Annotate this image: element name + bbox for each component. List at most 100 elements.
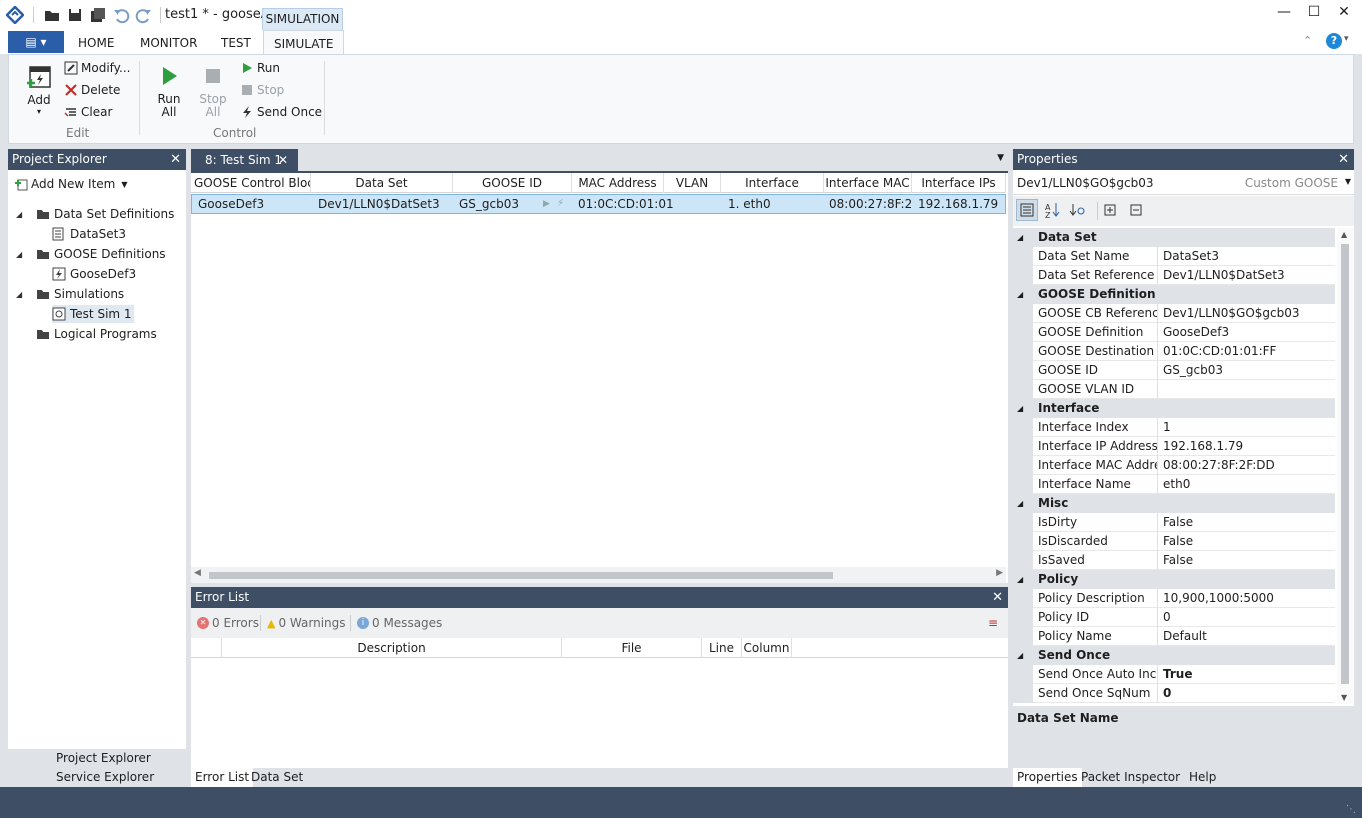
sort-alphabetical-icon[interactable]: AZ <box>1043 201 1061 219</box>
property-row[interactable]: GOOSE Destination MA 01:0C:CD:01:01:FF <box>1013 342 1335 361</box>
property-value[interactable]: 192.168.1.79 <box>1163 437 1333 456</box>
property-value[interactable]: 01:0C:CD:01:01:FF <box>1163 342 1333 361</box>
scrollbar-thumb[interactable] <box>1341 244 1349 684</box>
col-header-severity[interactable] <box>191 638 222 658</box>
collapse-triangle-icon[interactable]: ◢ <box>16 290 28 299</box>
property-row[interactable]: IsDirty False <box>1013 513 1335 532</box>
save-icon[interactable] <box>66 6 84 24</box>
tree-item-data-set-definitions[interactable]: ◢ Data Set Definitions <box>16 207 174 221</box>
scrollbar-thumb[interactable] <box>209 572 833 579</box>
category-policy[interactable]: ◢ Policy <box>1013 570 1335 589</box>
run-button[interactable]: Run <box>241 61 280 75</box>
tab-test-sim-1[interactable]: 8: Test Sim 1 ✕ <box>191 149 298 171</box>
row-send-once-icon[interactable]: ⚡ <box>557 194 564 214</box>
close-panel-icon[interactable]: ✕ <box>170 149 181 170</box>
tree-item-goose-definitions[interactable]: ◢ GOOSE Definitions <box>16 247 166 261</box>
property-value[interactable]: GooseDef3 <box>1163 323 1333 342</box>
col-header-goose-cb[interactable]: GOOSE Control Block/ <box>191 173 311 193</box>
property-row[interactable]: Data Set Reference Dev1/LLN0$DatSet3 <box>1013 266 1335 285</box>
close-icon[interactable]: ✕ <box>1334 4 1354 20</box>
stop-all-button[interactable]: Stop All <box>195 65 231 119</box>
property-value[interactable]: Default <box>1163 627 1333 646</box>
resize-grip-icon[interactable]: ⋱ <box>1346 804 1356 815</box>
property-row[interactable]: Interface Name eth0 <box>1013 475 1335 494</box>
col-header-goose-id[interactable]: GOOSE ID <box>453 173 572 193</box>
add-new-item-button[interactable]: Add New Item ▼ <box>14 177 128 191</box>
col-header-interface-ips[interactable]: Interface IPs <box>912 173 1006 193</box>
category-goose-definition[interactable]: ◢ GOOSE Definition <box>1013 285 1335 304</box>
tab-data-set[interactable]: Data Set <box>251 770 303 784</box>
property-value[interactable]: False <box>1163 532 1333 551</box>
col-header-description[interactable]: Description <box>222 638 562 658</box>
redo-icon[interactable] <box>135 6 153 24</box>
tab-help[interactable]: Help <box>1189 770 1216 784</box>
property-row[interactable]: Interface Index 1 <box>1013 418 1335 437</box>
send-once-button[interactable]: Send Once <box>241 105 322 119</box>
property-row[interactable]: GOOSE Definition GooseDef3 <box>1013 323 1335 342</box>
collapse-ribbon-icon[interactable]: ⌃ <box>1303 34 1312 47</box>
property-row[interactable]: Send Once Auto Increr True <box>1013 665 1335 684</box>
property-row[interactable]: Policy ID 0 <box>1013 608 1335 627</box>
col-header-line[interactable]: Line <box>702 638 742 658</box>
property-value[interactable]: 1 <box>1163 418 1333 437</box>
col-header-mac-address[interactable]: MAC Address <box>572 173 664 193</box>
tab-error-list[interactable]: Error List <box>191 768 254 787</box>
property-row[interactable]: GOOSE ID GS_gcb03 <box>1013 361 1335 380</box>
minimize-icon[interactable]: — <box>1274 4 1294 20</box>
property-value[interactable]: True <box>1163 665 1333 684</box>
row-run-icon[interactable]: ▶ <box>543 194 550 214</box>
property-row[interactable]: IsSaved False <box>1013 551 1335 570</box>
tree-item-goosedef3[interactable]: GooseDef3 <box>52 267 136 281</box>
property-row[interactable]: Interface MAC Address 08:00:27:8F:2F:DD <box>1013 456 1335 475</box>
open-icon[interactable] <box>43 6 61 24</box>
close-tab-icon[interactable]: ✕ <box>278 149 288 171</box>
property-value[interactable]: 10,900,1000:5000 <box>1163 589 1333 608</box>
clear-list-icon[interactable]: ≡ <box>988 616 998 630</box>
help-dropdown-icon[interactable]: ▾ <box>1344 34 1349 44</box>
stop-button[interactable]: Stop <box>241 83 284 97</box>
categorized-view-icon[interactable] <box>1016 199 1038 221</box>
col-header-interface-mac[interactable]: Interface MAC <box>824 173 912 193</box>
file-menu-button[interactable]: ▤ ▾ <box>8 31 64 53</box>
maximize-icon[interactable]: ☐ <box>1304 4 1324 20</box>
category-send-once[interactable]: ◢ Send Once <box>1013 646 1335 665</box>
col-header-vlan[interactable]: VLAN <box>664 173 721 193</box>
sort-order-icon[interactable] <box>1069 201 1087 219</box>
tab-service-explorer[interactable]: Service Explorer <box>56 770 154 784</box>
errors-filter-button[interactable]: ✕ 0 Errors <box>197 616 259 630</box>
delete-button[interactable]: Delete <box>64 83 120 97</box>
app-logo-icon[interactable] <box>6 6 24 24</box>
property-row[interactable]: Policy Name Default <box>1013 627 1335 646</box>
property-value[interactable]: False <box>1163 513 1333 532</box>
property-value[interactable]: Dev1/LLN0$GO$gcb03 <box>1163 304 1333 323</box>
col-header-file[interactable]: File <box>562 638 702 658</box>
tree-item-simulations[interactable]: ◢ Simulations <box>16 287 124 301</box>
save-all-icon[interactable] <box>89 6 107 24</box>
tab-simulate[interactable]: SIMULATE <box>263 30 345 55</box>
collapse-triangle-icon[interactable]: ◢ <box>16 210 28 219</box>
horizontal-scrollbar[interactable]: ◀ ▶ <box>191 567 1006 583</box>
warnings-filter-button[interactable]: ▲ 0 Warnings <box>267 616 346 630</box>
collapse-all-icon[interactable] <box>1129 203 1143 217</box>
category-interface[interactable]: ◢ Interface <box>1013 399 1335 418</box>
clear-button[interactable]: Clear <box>64 105 112 119</box>
property-value[interactable]: 0 <box>1163 684 1333 703</box>
property-row[interactable]: GOOSE VLAN ID <box>1013 380 1335 399</box>
property-row[interactable]: GOOSE CB Reference Dev1/LLN0$GO$gcb03 <box>1013 304 1335 323</box>
tree-item-dataset3[interactable]: DataSet3 <box>52 227 126 241</box>
property-row[interactable]: IsDiscarded False <box>1013 532 1335 551</box>
category-data-set[interactable]: ◢ Data Set <box>1013 228 1335 247</box>
run-all-button[interactable]: Run All <box>151 65 187 119</box>
add-button[interactable]: Add ▾ <box>21 63 57 116</box>
tab-project-explorer[interactable]: Project Explorer <box>56 751 151 765</box>
modify-button[interactable]: Modify... <box>64 61 131 75</box>
tree-item-test-sim-1[interactable]: Test Sim 1 <box>52 305 134 323</box>
category-misc[interactable]: ◢ Misc <box>1013 494 1335 513</box>
help-icon[interactable]: ? <box>1326 33 1342 49</box>
tab-packet-inspector[interactable]: Packet Inspector <box>1081 770 1180 784</box>
col-header-data-set[interactable]: Data Set <box>311 173 453 193</box>
object-selector[interactable]: Dev1/LLN0$GO$gcb03 Custom GOOSE ▼ <box>1013 171 1354 195</box>
tab-properties[interactable]: Properties <box>1013 768 1082 787</box>
tab-home[interactable]: HOME <box>78 36 114 50</box>
col-header-interface[interactable]: Interface <box>721 173 824 193</box>
